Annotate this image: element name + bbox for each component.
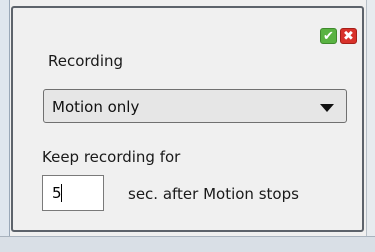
background-window-left-edge [0, 0, 10, 251]
recording-mode-select[interactable]: Motion only [43, 89, 347, 123]
background-window-right-edge [366, 0, 375, 251]
text-caret [61, 184, 62, 202]
confirm-button[interactable]: ✔ [320, 28, 337, 44]
keep-recording-label: Keep recording for [42, 148, 181, 166]
background-window-bottom-edge [0, 236, 375, 252]
recording-mode-value: Motion only [52, 98, 140, 116]
cancel-button[interactable]: ✖ [340, 28, 357, 44]
close-icon: ✖ [343, 28, 354, 44]
keep-recording-seconds-input[interactable] [42, 175, 104, 211]
check-icon: ✔ [323, 28, 334, 44]
keep-recording-suffix: sec. after Motion stops [128, 185, 299, 203]
dialog-title: Recording [48, 52, 124, 70]
dropdown-arrow-icon [320, 104, 334, 112]
